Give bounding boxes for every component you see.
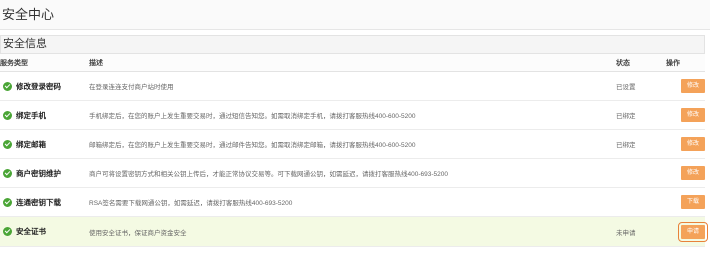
page-title: 安全中心 (0, 0, 710, 30)
security-table: 服务类型 描述 状态 操作 修改登录密码 在登录连连支付商户站时使用 已设置 修… (0, 53, 708, 247)
check-circle-icon (3, 168, 12, 178)
table-row-merchant-key: 商户密钥维护 商户可将设置密钥方式和相关公钥上传后，才能正常协议交易等。可下载网… (0, 158, 705, 188)
row-type: 安全证书 (16, 227, 46, 236)
row-desc: RSA签名需要下载网通公钥，如需延迟，请拨打客服热线400-693-5200 (89, 187, 616, 217)
modify-phone-button[interactable]: 修改 (681, 108, 705, 122)
check-circle-icon (3, 81, 12, 91)
security-info-panel: 安全信息 服务类型 描述 状态 操作 修改登录密码 在登录连连支付商户站时使用 … (0, 35, 708, 247)
apply-cert-button[interactable]: 申请 (678, 221, 708, 242)
security-center-page: 安全中心 安全信息 服务类型 描述 状态 操作 修改登录密码 在登录连连支付商户… (0, 0, 710, 253)
row-status (616, 187, 666, 217)
row-desc: 商户可将设置密钥方式和相关公钥上传后，才能正常协议交易等。可下载网通公钥，如需延… (89, 158, 616, 188)
row-desc: 手机绑定后，在您的账户上发生重要交易时，通过短信告知您。如需取消绑定手机，请拨打… (89, 100, 616, 130)
table-row-bind-phone: 绑定手机 手机绑定后，在您的账户上发生重要交易时，通过短信告知您。如需取消绑定手… (0, 100, 705, 130)
download-key-button[interactable]: 下载 (681, 195, 705, 209)
row-status (616, 158, 666, 188)
row-type: 商户密钥维护 (16, 168, 61, 178)
check-circle-icon (3, 197, 12, 207)
row-status: 已设置 (616, 71, 666, 101)
row-status: 未申请 (616, 216, 666, 247)
check-circle-icon (3, 139, 12, 149)
row-type: 绑定手机 (16, 110, 46, 120)
row-status: 已绑定 (616, 100, 666, 130)
row-type: 修改登录密码 (16, 81, 61, 91)
row-status: 已绑定 (616, 129, 666, 159)
table-row-key-download: 连通密钥下载 RSA签名需要下载网通公钥，如需延迟，请拨打客服热线400-693… (0, 187, 705, 217)
row-desc: 邮箱绑定后，在您的账户上发生重要交易时，通过邮件告知您。如需取消绑定邮箱，请拨打… (89, 129, 616, 159)
table-row-bind-email: 绑定邮箱 邮箱绑定后，在您的账户上发生重要交易时，通过邮件告知您。如需取消绑定邮… (0, 129, 705, 159)
row-type: 连通密钥下载 (16, 197, 61, 207)
header-op: 操作 (666, 53, 705, 72)
header-type: 服务类型 (0, 53, 89, 72)
header-desc: 描述 (89, 53, 616, 72)
table-header-row: 服务类型 描述 状态 操作 (0, 53, 705, 72)
table-row-security-cert: 安全证书 使用安全证书，保证商户资金安全 未申请 申请 (0, 216, 708, 247)
check-circle-icon (3, 227, 12, 236)
modify-key-button[interactable]: 修改 (681, 166, 705, 180)
row-type: 绑定邮箱 (16, 139, 46, 149)
modify-email-button[interactable]: 修改 (681, 137, 705, 151)
modify-password-button[interactable]: 修改 (681, 79, 705, 93)
check-circle-icon (3, 110, 12, 120)
table-row-login-password: 修改登录密码 在登录连连支付商户站时使用 已设置 修改 (0, 71, 705, 101)
panel-title: 安全信息 (0, 35, 705, 53)
row-desc: 在登录连连支付商户站时使用 (89, 71, 616, 101)
header-status: 状态 (616, 53, 666, 72)
row-desc: 使用安全证书，保证商户资金安全 (89, 216, 616, 247)
